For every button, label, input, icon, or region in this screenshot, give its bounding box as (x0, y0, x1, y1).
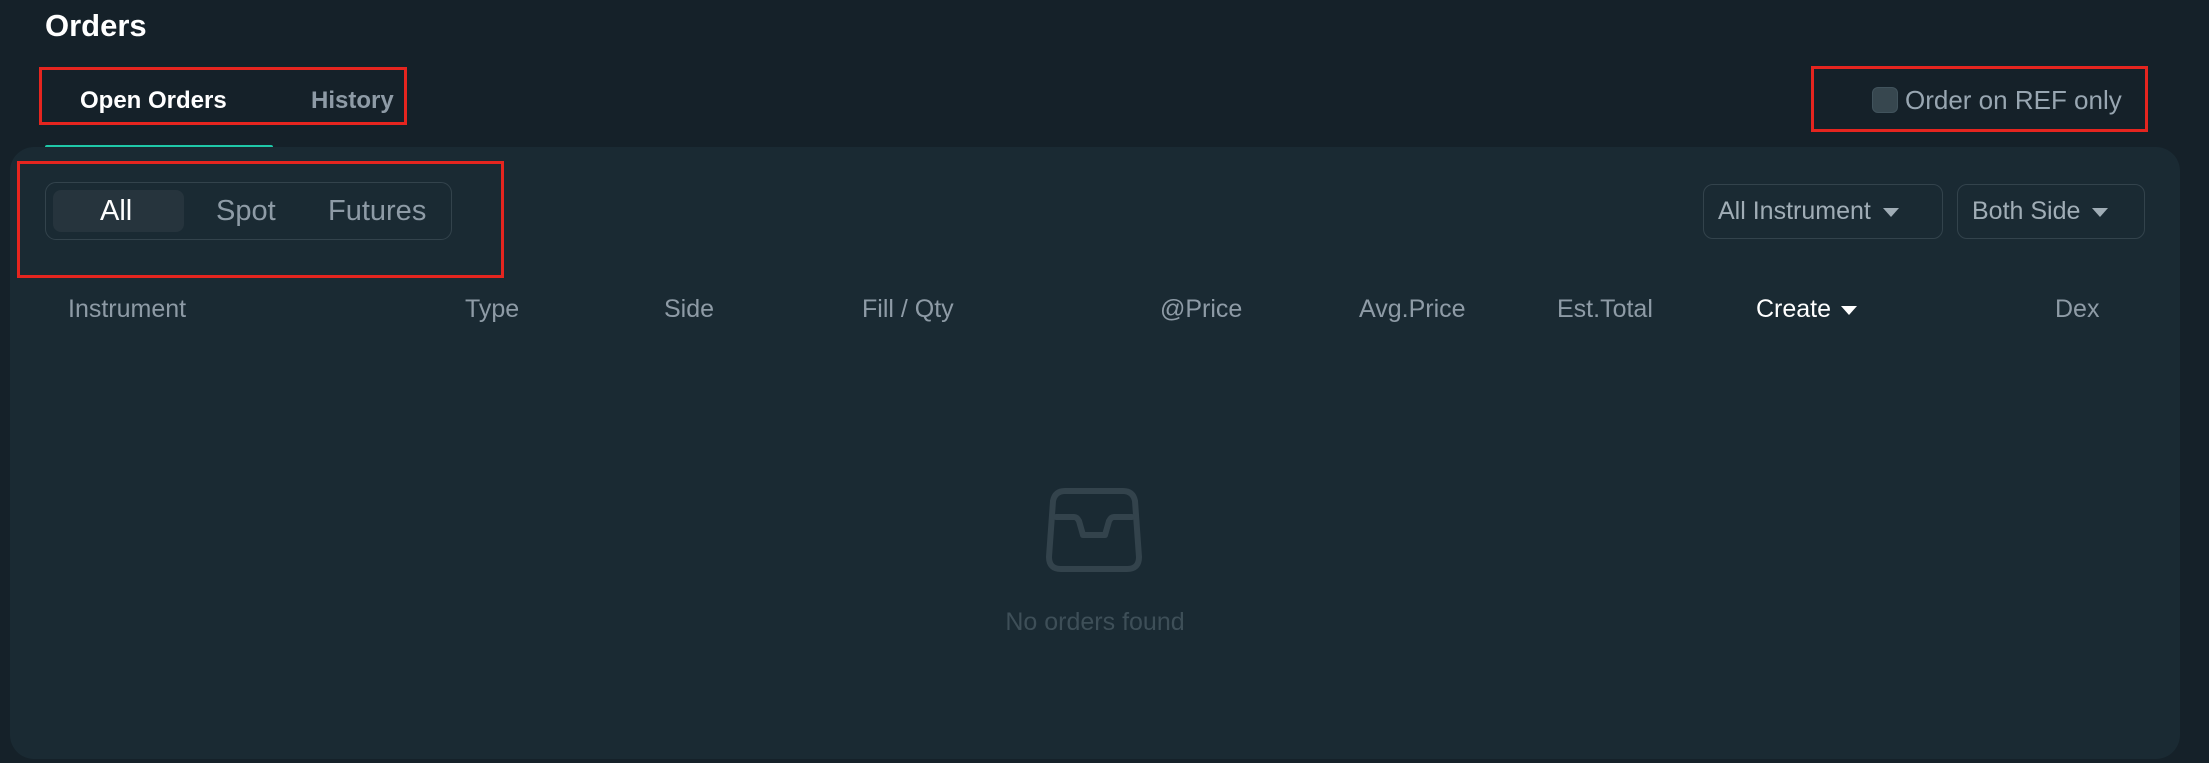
column-est-total: Est.Total (1557, 295, 1653, 323)
segment-futures[interactable]: Futures (328, 195, 426, 228)
empty-state-message: No orders found (1005, 608, 1185, 636)
ref-only-checkbox[interactable] (1872, 87, 1898, 113)
instrument-dropdown-label: All Instrument (1718, 197, 1871, 225)
column-type: Type (465, 295, 520, 323)
chevron-down-icon (2092, 208, 2109, 217)
orders-page: Orders Open Orders History Order on REF … (0, 0, 2209, 763)
column-fill-qty: Fill / Qty (862, 295, 954, 323)
page-title: Orders (45, 8, 147, 43)
order-tabs: Open Orders History (39, 67, 407, 125)
column-create-label: Create (1756, 295, 1832, 323)
column-dex: Dex (2055, 295, 2100, 323)
tab-open-orders[interactable]: Open Orders (80, 87, 227, 115)
ref-only-label[interactable]: Order on REF only (1905, 85, 2122, 116)
segment-spot[interactable]: Spot (216, 195, 276, 228)
chevron-down-icon (1882, 208, 1899, 217)
sort-down-icon (1841, 306, 1858, 315)
side-dropdown[interactable]: Both Side (1957, 184, 2145, 239)
side-dropdown-label: Both Side (1972, 197, 2081, 225)
segment-all[interactable]: All (100, 195, 132, 228)
column-price: @Price (1160, 295, 1243, 323)
column-side: Side (664, 295, 715, 323)
inbox-icon (1046, 488, 1142, 572)
column-instrument: Instrument (68, 295, 187, 323)
market-filter: All Spot Futures (45, 182, 452, 240)
column-avg-price: Avg.Price (1359, 295, 1466, 323)
instrument-dropdown[interactable]: All Instrument (1703, 184, 1943, 239)
column-create-sort[interactable]: Create (1756, 295, 1858, 324)
ref-only-filter: Order on REF only (1811, 66, 2148, 132)
tab-history[interactable]: History (311, 87, 394, 115)
